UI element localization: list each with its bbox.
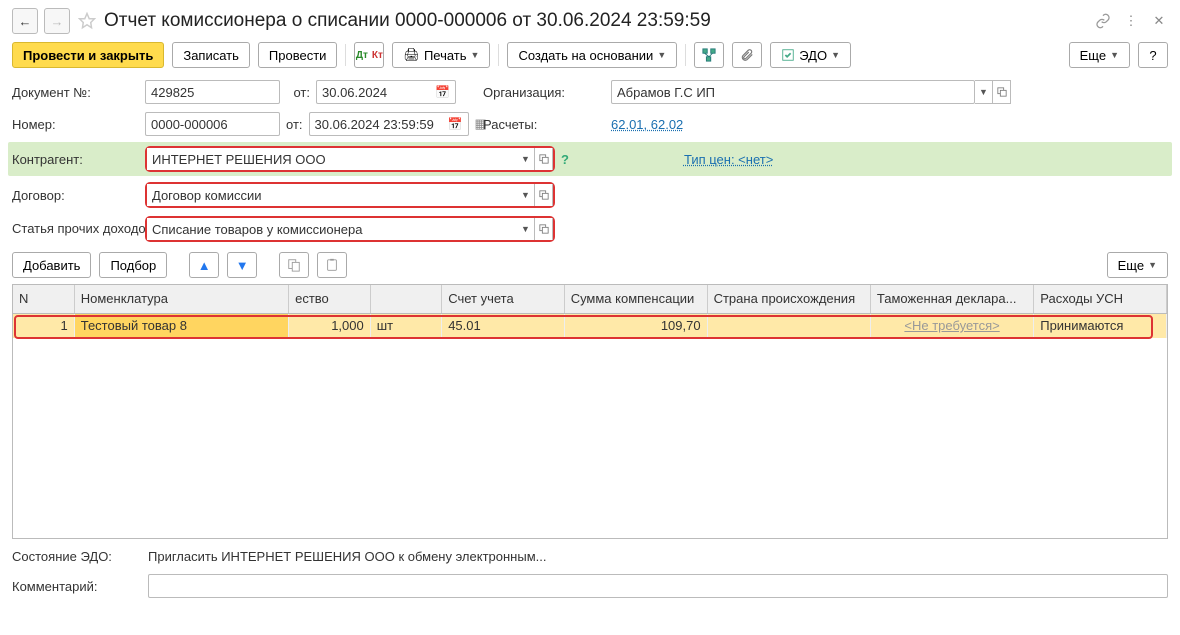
number-input[interactable]: 0000-000006: [145, 112, 280, 136]
kebab-menu-icon[interactable]: ⋮: [1122, 12, 1140, 30]
move-down-button[interactable]: ▼: [227, 252, 257, 278]
more-button[interactable]: Еще ▼: [1069, 42, 1130, 68]
close-icon[interactable]: ✕: [1150, 12, 1168, 30]
post-and-close-button[interactable]: Провести и закрыть: [12, 42, 164, 68]
calendar-icon[interactable]: 📅: [435, 85, 450, 99]
calc-label: Расчеты:: [483, 117, 603, 132]
pick-button[interactable]: Подбор: [99, 252, 167, 278]
counterparty-input[interactable]: ИНТЕРНЕТ РЕШЕНИЯ ООО: [147, 148, 517, 170]
doc-no-input[interactable]: 429825: [145, 80, 280, 104]
edo-button[interactable]: ЭДО ▼: [770, 42, 851, 68]
other-income-label: Статья прочих доходов и расходов:: [12, 222, 137, 237]
comment-input[interactable]: [148, 574, 1168, 598]
comment-label: Комментарий:: [12, 579, 142, 594]
link-icon[interactable]: [1094, 12, 1112, 30]
contract-label: Договор:: [12, 188, 137, 203]
col-country[interactable]: Страна происхождения: [707, 285, 870, 313]
doc-no-label: Документ №:: [12, 85, 137, 100]
edo-state-value[interactable]: Пригласить ИНТЕРНЕТ РЕШЕНИЯ ООО к обмену…: [148, 549, 1168, 564]
table-more-button[interactable]: Еще ▼: [1107, 252, 1168, 278]
help-button[interactable]: ?: [1138, 42, 1168, 68]
other-income-open-button[interactable]: [535, 218, 553, 240]
col-n[interactable]: N: [13, 285, 74, 313]
counterparty-label: Контрагент:: [12, 152, 137, 167]
org-input[interactable]: Абрамов Г.С ИП: [611, 80, 975, 104]
col-qty[interactable]: ество: [289, 285, 371, 313]
other-income-dropdown-button[interactable]: ▼: [517, 218, 535, 240]
add-row-button[interactable]: Добавить: [12, 252, 91, 278]
counterparty-open-button[interactable]: [535, 148, 553, 170]
col-nomenclature[interactable]: Номенклатура: [74, 285, 288, 313]
other-income-input[interactable]: Списание товаров у комиссионера: [147, 218, 517, 240]
number-date-input[interactable]: 30.06.2024 23:59:59📅: [309, 112, 469, 136]
print-button[interactable]: 🖨 Печать ▼: [392, 42, 490, 68]
edo-icon: [781, 48, 795, 62]
copy-button[interactable]: [279, 252, 309, 278]
counterparty-help-icon[interactable]: ?: [561, 152, 569, 167]
save-button[interactable]: Записать: [172, 42, 250, 68]
move-up-button[interactable]: ▲: [189, 252, 219, 278]
td-not-required-link[interactable]: <Не требуется>: [904, 318, 999, 333]
calendar-icon[interactable]: 📅: [448, 117, 463, 131]
org-open-button[interactable]: [993, 80, 1011, 104]
favorite-star-icon[interactable]: [76, 10, 98, 32]
number-label: Номер:: [12, 117, 137, 132]
table-row[interactable]: 1 Тестовый товар 8 1,000 шт 45.01 109,70…: [13, 314, 1167, 338]
col-unit[interactable]: [370, 285, 441, 313]
org-label: Организация:: [483, 85, 603, 100]
dt-kt-button[interactable]: ДтКт: [354, 42, 384, 68]
org-dropdown-button[interactable]: ▼: [975, 80, 993, 104]
printer-icon: 🖨: [403, 47, 420, 63]
col-account[interactable]: Счет учета: [442, 285, 564, 313]
structure-button[interactable]: [694, 42, 724, 68]
attachment-button[interactable]: [732, 42, 762, 68]
contract-dropdown-button[interactable]: ▼: [517, 184, 535, 206]
price-type-link[interactable]: Тип цен: <нет>: [684, 152, 773, 167]
calc-link[interactable]: 62.01, 62.02: [611, 117, 683, 132]
contract-open-button[interactable]: [535, 184, 553, 206]
col-sum[interactable]: Сумма компенсации: [564, 285, 707, 313]
nav-forward-button: →: [44, 8, 70, 34]
col-td[interactable]: Таможенная деклара...: [870, 285, 1033, 313]
contract-input[interactable]: Договор комиссии: [147, 184, 517, 206]
edo-state-label: Состояние ЭДО:: [12, 549, 142, 564]
counterparty-dropdown-button[interactable]: ▼: [517, 148, 535, 170]
page-title: Отчет комиссионера о списании 0000-00000…: [104, 10, 1088, 32]
create-based-on-button[interactable]: Создать на основании ▼: [507, 42, 677, 68]
col-usn[interactable]: Расходы УСН: [1034, 285, 1167, 313]
doc-date-input[interactable]: 30.06.2024📅: [316, 80, 456, 104]
paste-button[interactable]: [317, 252, 347, 278]
post-button[interactable]: Провести: [258, 42, 338, 68]
items-table[interactable]: N Номенклатура ество Счет учета Сумма ко…: [12, 284, 1168, 539]
nav-back-button[interactable]: ←: [12, 8, 38, 34]
